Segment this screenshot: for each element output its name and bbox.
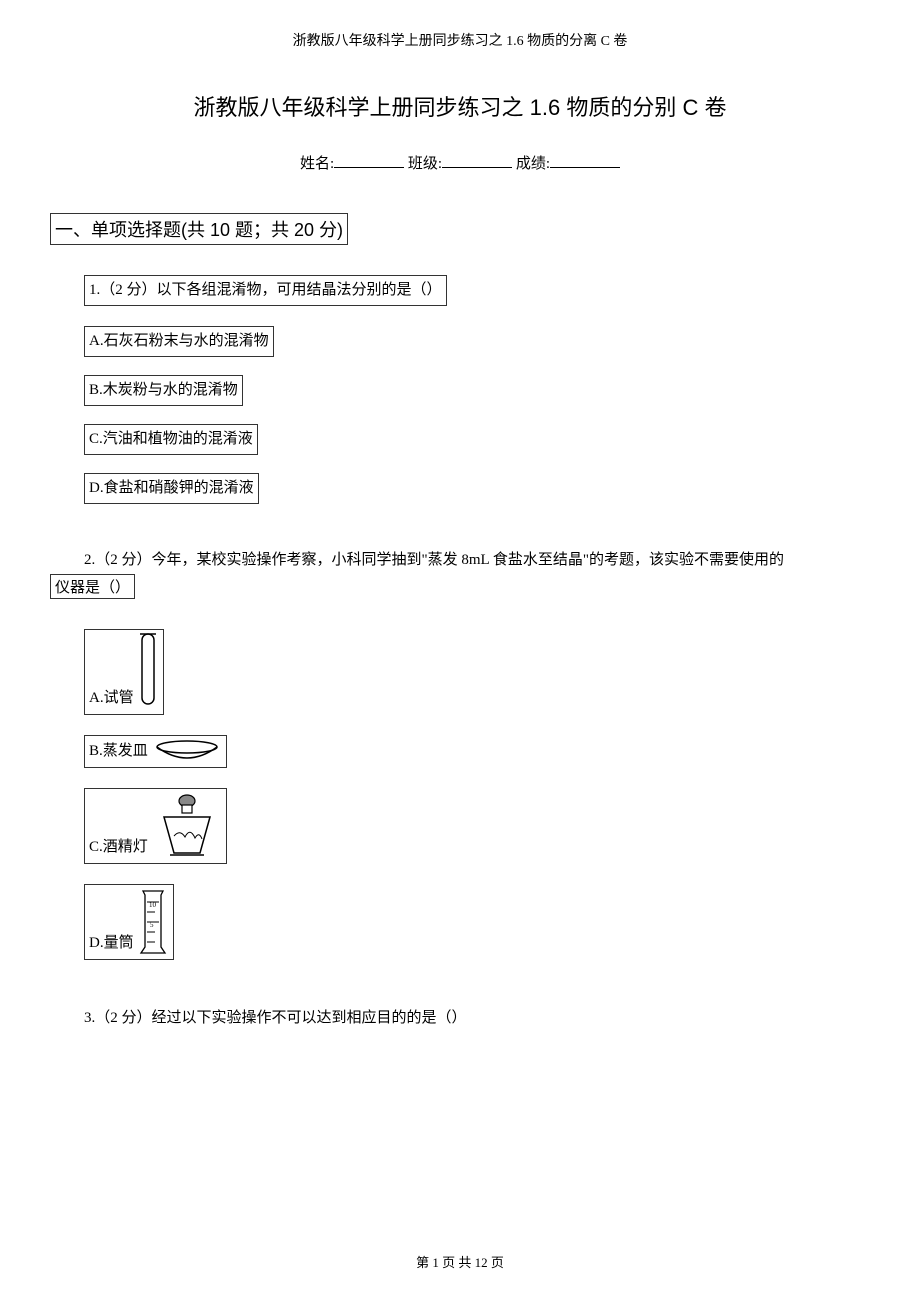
q2-option-a-label: A.试管 bbox=[89, 690, 134, 706]
alcohol-lamp-icon bbox=[152, 791, 222, 861]
section-heading: 一、单项选择题(共 10 题；共 20 分) bbox=[50, 213, 348, 245]
q2-option-d-label: D.量筒 bbox=[89, 935, 134, 951]
q2-option-b-label: B.蒸发皿 bbox=[89, 743, 148, 759]
question-2-stem-line2-wrap: 仪器是（） bbox=[50, 574, 870, 599]
q2-option-a: A.试管 bbox=[84, 629, 164, 715]
q2-option-c: C.酒精灯 bbox=[84, 788, 227, 864]
question-1: 1.（2 分）以下各组混淆物，可用结晶法分别的是（） A.石灰石粉末与水的混淆物… bbox=[84, 275, 870, 522]
score-blank bbox=[550, 152, 620, 168]
page: 浙教版八年级科学上册同步练习之 1.6 物质的分离 C 卷 浙教版八年级科学上册… bbox=[0, 0, 920, 1291]
q1-option-d: D.食盐和硝酸钾的混淆液 bbox=[84, 473, 259, 504]
q2-option-d: D.量筒 10 5 bbox=[84, 884, 174, 960]
running-header: 浙教版八年级科学上册同步练习之 1.6 物质的分离 C 卷 bbox=[50, 30, 870, 50]
q2-option-b: B.蒸发皿 bbox=[84, 735, 227, 768]
test-tube-icon bbox=[137, 632, 159, 712]
q1-stem: 1.（2 分）以下各组混淆物，可用结晶法分别的是（） bbox=[84, 275, 447, 306]
class-label: 班级: bbox=[408, 156, 442, 172]
svg-text:5: 5 bbox=[150, 921, 154, 929]
question-2-stem-line1: 2.（2 分）今年，某校实验操作考察，小科同学抽到"蒸发 8mL 食盐水至结晶"… bbox=[84, 547, 870, 574]
evaporating-dish-icon bbox=[152, 739, 222, 765]
section-heading-wrap: 一、单项选择题(共 10 题；共 20 分) bbox=[50, 213, 870, 275]
class-blank bbox=[442, 152, 512, 168]
q1-option-b: B.木炭粉与水的混淆物 bbox=[84, 375, 243, 406]
q1-option-c: C.汽油和植物油的混淆液 bbox=[84, 424, 258, 455]
q3-stem: 3.（2 分）经过以下实验操作不可以达到相应目的的是（） bbox=[84, 1010, 467, 1026]
name-label: 姓名: bbox=[300, 156, 334, 172]
info-line: 姓名: 班级: 成绩: bbox=[50, 152, 870, 173]
q2-option-c-label: C.酒精灯 bbox=[89, 839, 148, 855]
page-title: 浙教版八年级科学上册同步练习之 1.6 物质的分别 C 卷 bbox=[50, 90, 870, 122]
page-footer: 第 1 页 共 12 页 bbox=[50, 1252, 870, 1271]
svg-text:10: 10 bbox=[149, 901, 157, 909]
q2-stem: 2.（2 分）今年，某校实验操作考察，小科同学抽到"蒸发 8mL 食盐水至结晶"… bbox=[84, 552, 784, 568]
q1-option-a: A.石灰石粉末与水的混淆物 bbox=[84, 326, 274, 357]
q2-stem-line2: 仪器是（） bbox=[50, 574, 135, 599]
question-2-options: A.试管 B.蒸发皿 C.酒精灯 bbox=[84, 629, 870, 980]
question-3: 3.（2 分）经过以下实验操作不可以达到相应目的的是（） bbox=[84, 1005, 870, 1032]
score-label: 成绩: bbox=[516, 156, 550, 172]
graduated-cylinder-icon: 10 5 bbox=[137, 887, 169, 957]
name-blank bbox=[334, 152, 404, 168]
